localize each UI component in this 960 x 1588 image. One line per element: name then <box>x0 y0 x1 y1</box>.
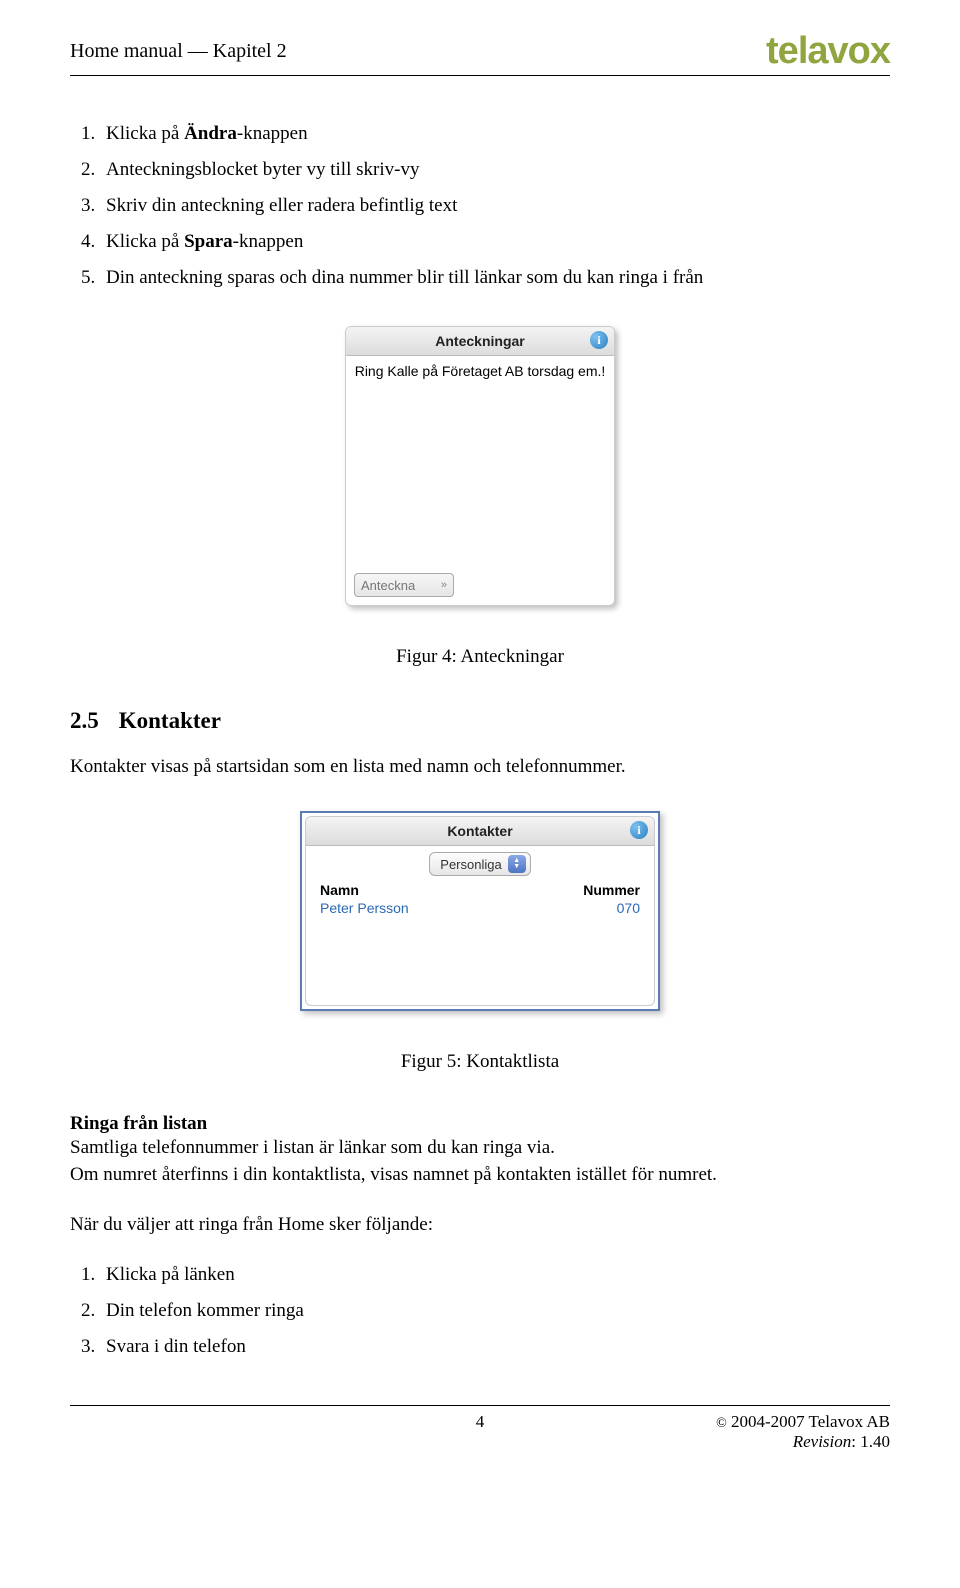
subheading-ringa: Ringa från listan <box>70 1113 890 1135</box>
note-input[interactable]: Anteckna » <box>354 573 454 597</box>
list-item: Klicka på Ändra-knappen <box>100 116 890 152</box>
list-item: Anteckningsblocket byter vy till skriv-v… <box>100 152 890 188</box>
page-number: 4 <box>476 1412 485 1432</box>
para: Samtliga telefonnummer i listan är länka… <box>70 1135 890 1162</box>
column-number: Nummer <box>583 882 640 898</box>
figure-kontaktlista: Kontakter i Personliga ▲▼ Namn Nummer <box>70 811 890 1011</box>
list-item: Klicka på länken <box>100 1257 890 1293</box>
section-heading-kontakter: 2.5Kontakter <box>70 708 890 734</box>
panel-title: Anteckningar <box>435 333 524 349</box>
steps-list-2: Klicka på länken Din telefon kommer ring… <box>70 1257 890 1365</box>
contact-name[interactable]: Peter Persson <box>320 900 409 916</box>
contact-category-dropdown[interactable]: Personliga ▲▼ <box>429 852 530 876</box>
dropdown-selected-label: Personliga <box>440 857 501 872</box>
section-intro: Kontakter visas på startsidan som en lis… <box>70 754 890 781</box>
footer-revision: Revision: 1.40 <box>716 1432 890 1452</box>
panel-title: Kontakter <box>447 823 512 839</box>
notes-panel: Anteckningar i Ring Kalle på Företaget A… <box>345 326 615 606</box>
notes-body: Ring Kalle på Företaget AB torsdag em.! <box>346 356 614 565</box>
updown-icon: ▲▼ <box>508 855 526 873</box>
contact-number[interactable]: 070 <box>617 900 640 916</box>
para: När du väljer att ringa från Home sker f… <box>70 1212 890 1239</box>
header-title: Home manual — Kapitel 2 <box>70 40 287 63</box>
panel-titlebar: Anteckningar i <box>346 327 614 356</box>
note-input-wrap: Anteckna » <box>354 573 606 597</box>
list-item: Klicka på Spara-knappen <box>100 224 890 260</box>
list-item: Skriv din anteckning eller radera befint… <box>100 188 890 224</box>
panel-titlebar: Kontakter i <box>306 817 654 846</box>
steps-list-1: Klicka på Ändra-knappen Anteckningsblock… <box>70 116 890 296</box>
list-item: Din anteckning sparas och dina nummer bl… <box>100 260 890 296</box>
chevron-right-icon: » <box>441 579 447 591</box>
figure-anteckningar: Anteckningar i Ring Kalle på Företaget A… <box>70 326 890 606</box>
page-footer: 4 © 2004-2007 Telavox AB Revision: 1.40 <box>70 1405 890 1452</box>
info-icon[interactable]: i <box>590 331 608 349</box>
contacts-panel: Kontakter i Personliga ▲▼ Namn Nummer <box>300 811 660 1011</box>
list-item: Din telefon kommer ringa <box>100 1293 890 1329</box>
table-row: Peter Persson 070 <box>320 900 640 916</box>
list-item: Svara i din telefon <box>100 1329 890 1365</box>
figure-5-caption: Figur 5: Kontaktlista <box>70 1051 890 1073</box>
footer-copyright: © 2004-2007 Telavox AB <box>716 1412 890 1432</box>
page-header: Home manual — Kapitel 2 telavox <box>70 30 890 76</box>
column-name: Namn <box>320 882 359 898</box>
para: Om numret återfinns i din kontaktlista, … <box>70 1162 890 1189</box>
figure-4-caption: Figur 4: Anteckningar <box>70 646 890 668</box>
table-header: Namn Nummer <box>320 882 640 898</box>
brand-logo: telavox <box>766 30 890 73</box>
note-input-placeholder: Anteckna <box>361 578 415 593</box>
info-icon[interactable]: i <box>630 821 648 839</box>
